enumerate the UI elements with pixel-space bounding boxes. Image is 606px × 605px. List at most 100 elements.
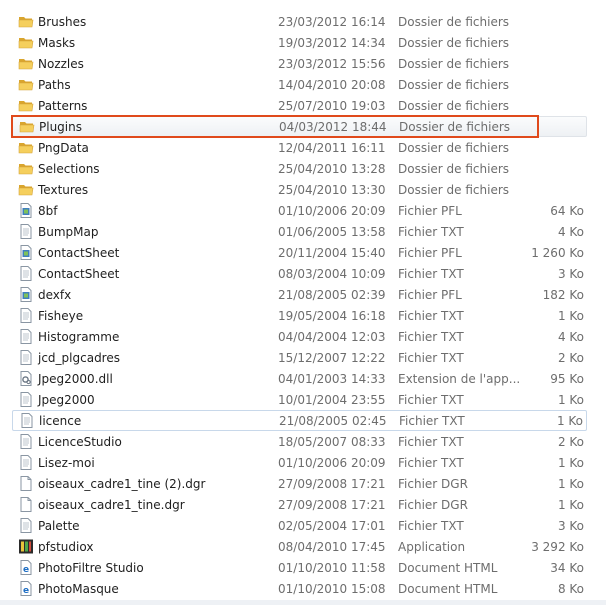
file-size: 182 Ko (542, 288, 584, 302)
folder-icon (19, 119, 35, 134)
file-name: Patterns (38, 99, 88, 113)
file-date: 01/10/2006 20:09 (278, 456, 386, 470)
file-size: 1 Ko (557, 456, 584, 470)
folder-icon (18, 161, 34, 176)
file-row[interactable]: Plugins 04/03/2012 18:44 Dossier de fichie… (12, 116, 587, 137)
file-row[interactable]: jcd_plgcadres 15/12/2007 12:22 Fichier TXT… (12, 347, 587, 368)
file-row[interactable]: PngData 12/04/2011 16:11 Dossier de fichie… (12, 137, 587, 158)
file-name: ContactSheet (38, 267, 120, 281)
text-file-icon (18, 329, 34, 344)
file-row[interactable]: BumpMap 01/06/2005 13:58 Fichier TXT 4 Ko (12, 221, 587, 242)
file-type: Extension de l'app... (398, 372, 521, 386)
text-file-icon (18, 350, 34, 365)
file-row[interactable]: Textures 25/04/2010 13:30 Dossier de fichi… (12, 179, 587, 200)
file-name: oiseaux_cadre1_tine.dgr (38, 498, 185, 512)
file-row[interactable]: Histogramme 04/04/2004 12:03 Fichier TXT 4 … (12, 326, 587, 347)
file-name: jcd_plgcadres (38, 351, 120, 365)
file-size: 1 Ko (557, 498, 584, 512)
file-row[interactable]: Brushes 23/03/2012 16:14 Dossier de fichie… (12, 11, 587, 32)
file-row[interactable]: Paths 14/04/2010 20:08 Dossier de fichiers (12, 74, 587, 95)
file-name: ContactSheet (38, 246, 120, 260)
file-type: Fichier PFL (398, 204, 462, 218)
file-row[interactable]: Jpeg2000.dll 04/01/2003 14:33 Extension de… (12, 368, 587, 389)
folder-icon (18, 182, 34, 197)
file-row[interactable]: LicenceStudio 18/05/2007 08:33 Fichier TXT… (12, 431, 587, 452)
file-row[interactable]: dexfx 21/08/2005 02:39 Fichier PFL 182 Ko (12, 284, 587, 305)
file-date: 12/04/2011 16:11 (278, 141, 386, 155)
file-row[interactable]: e PhotoMasque 01/10/2010 15:08 Document HTM… (12, 578, 587, 599)
pfl-file-icon (18, 287, 34, 302)
file-type: Fichier TXT (398, 393, 464, 407)
file-type: Fichier PFL (398, 246, 462, 260)
file-type: Fichier TXT (398, 456, 464, 470)
app-icon (18, 539, 34, 554)
file-row[interactable]: licence 21/08/2005 02:45 Fichier TXT 1 Ko (12, 410, 587, 431)
file-type: Dossier de fichiers (398, 15, 510, 29)
file-date: 04/03/2012 18:44 (279, 120, 387, 134)
file-name: Masks (38, 36, 76, 50)
file-row[interactable]: 8bf 01/10/2006 20:09 Fichier PFL 64 Ko (12, 200, 587, 221)
file-date: 10/01/2004 23:55 (278, 393, 386, 407)
file-type: Fichier TXT (398, 225, 464, 239)
file-date: 01/10/2010 15:08 (278, 582, 386, 596)
file-size: 4 Ko (557, 330, 584, 344)
folder-icon (18, 14, 34, 29)
file-name: 8bf (38, 204, 58, 218)
file-name: LicenceStudio (38, 435, 122, 449)
file-size: 4 Ko (557, 225, 584, 239)
folder-icon (18, 140, 34, 155)
file-date: 21/08/2005 02:39 (278, 288, 386, 302)
file-name: BumpMap (38, 225, 99, 239)
folder-icon (18, 98, 34, 113)
file-name: Jpeg2000.dll (38, 372, 113, 386)
file-row[interactable]: ContactSheet 08/03/2004 10:09 Fichier TXT 3… (12, 263, 587, 284)
html-file-icon: e (18, 581, 34, 596)
file-row[interactable]: Palette 02/05/2004 17:01 Fichier TXT 3 Ko (12, 515, 587, 536)
file-type: Document HTML (398, 561, 498, 575)
file-row[interactable]: Jpeg2000 10/01/2004 23:55 Fichier TXT 1 Ko (12, 389, 587, 410)
file-type: Fichier DGR (398, 477, 468, 491)
file-type: Fichier PFL (398, 288, 462, 302)
folder-icon (18, 35, 34, 50)
file-date: 20/11/2004 15:40 (278, 246, 386, 260)
text-file-icon (18, 434, 34, 449)
html-file-icon: e (18, 560, 34, 575)
text-file-icon (18, 455, 34, 470)
file-name: licence (39, 414, 82, 428)
file-type: Dossier de fichiers (398, 78, 510, 92)
text-file-icon (18, 266, 34, 281)
file-row[interactable]: Lisez-moi 01/10/2006 20:09 Fichier TXT 1 Ko (12, 452, 587, 473)
file-date: 15/12/2007 12:22 (278, 351, 386, 365)
file-type: Fichier TXT (399, 414, 465, 428)
file-row[interactable]: oiseaux_cadre1_tine (2).dgr 27/09/2008 17… (12, 473, 587, 494)
horizontal-scrollbar[interactable] (0, 600, 606, 605)
file-type: Fichier TXT (398, 519, 464, 533)
file-name: Plugins (39, 120, 82, 134)
svg-text:e: e (23, 586, 29, 596)
file-row[interactable]: Selections 25/04/2010 13:28 Dossier de fic… (12, 158, 587, 179)
file-row[interactable]: Nozzles 23/03/2012 15:56 Dossier de fichie… (12, 53, 587, 74)
file-date: 25/07/2010 19:03 (278, 99, 386, 113)
file-type: Dossier de fichiers (398, 183, 510, 197)
file-row[interactable]: oiseaux_cadre1_tine.dgr 27/09/2008 17:21 F… (12, 494, 587, 515)
file-type: Dossier de fichiers (398, 36, 510, 50)
file-size: 64 Ko (550, 204, 584, 218)
file-type: Fichier TXT (398, 309, 464, 323)
pfl-file-icon (18, 245, 34, 260)
file-size: 3 Ko (557, 519, 584, 533)
file-date: 23/03/2012 15:56 (278, 57, 386, 71)
file-row[interactable]: Fisheye 19/05/2004 16:18 Fichier TXT 1 Ko (12, 305, 587, 326)
file-row[interactable]: e PhotoFiltre Studio 01/10/2010 11:58 Docum… (12, 557, 587, 578)
file-type: Dossier de fichiers (398, 162, 510, 176)
file-type: Fichier TXT (398, 351, 464, 365)
file-date: 04/01/2003 14:33 (278, 372, 386, 386)
file-name: Selections (38, 162, 100, 176)
file-row[interactable]: Patterns 25/07/2010 19:03 Dossier de fichi… (12, 95, 587, 116)
file-size: 1 Ko (557, 309, 584, 323)
file-size: 95 Ko (550, 372, 584, 386)
file-row[interactable]: pfstudiox 08/04/2010 17:45 Application 3 29… (12, 536, 587, 557)
file-row[interactable]: Masks 19/03/2012 14:34 Dossier de fichiers (12, 32, 587, 53)
file-type: Dossier de fichiers (399, 120, 511, 134)
file-name: Paths (38, 78, 71, 92)
file-row[interactable]: ContactSheet 20/11/2004 15:40 Fichier PFL 1… (12, 242, 587, 263)
